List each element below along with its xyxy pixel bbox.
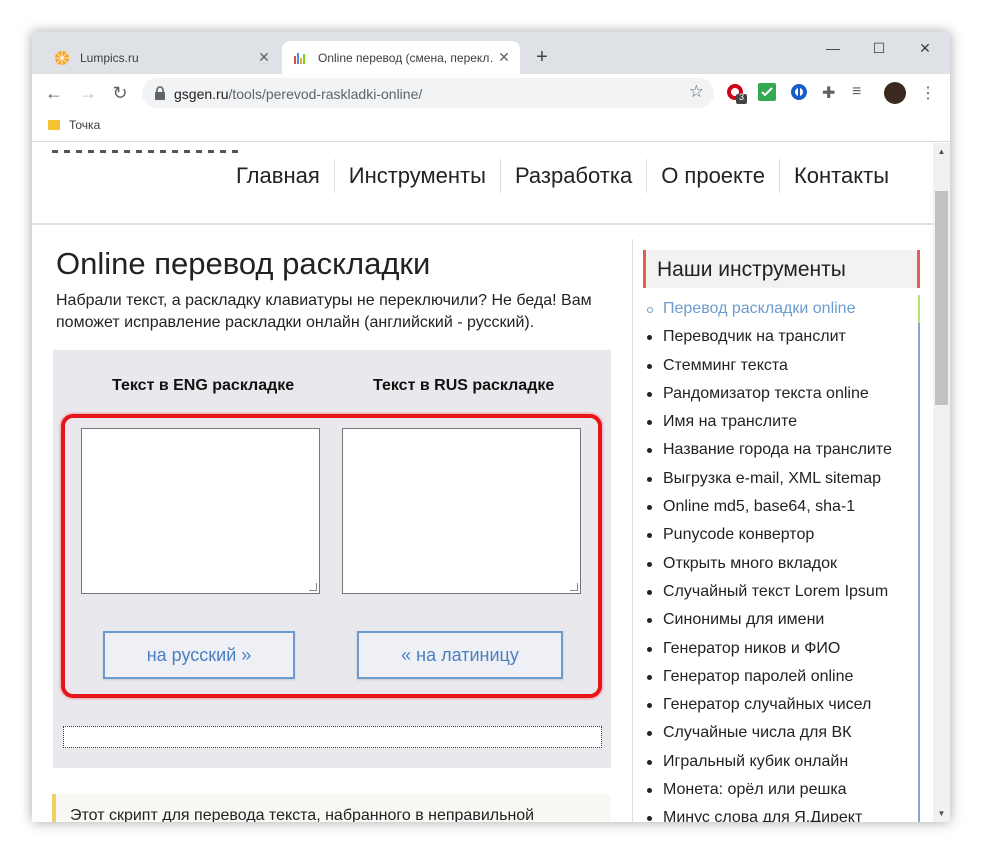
sidebar-item-vk-numbers[interactable]: Случайные числа для ВК: [643, 719, 920, 748]
sidebar-item-password-generator[interactable]: Генератор паролей online: [643, 662, 920, 692]
site-navigation: Главная Инструменты Разработка О проекте…: [222, 159, 903, 193]
folder-icon: [48, 120, 60, 130]
browser-window: Lumpics.ru ✕ Online перевод (смена, пере…: [32, 32, 950, 822]
page-intro: Набрали текст, а раскладку клавиатуры не…: [56, 292, 592, 331]
scroll-up-icon[interactable]: ▲: [933, 143, 950, 160]
tab-title: Lumpics.ru: [80, 50, 139, 65]
notice-text: Этот скрипт для перевода текста, набранн…: [70, 807, 535, 822]
rus-column-header: Текст в RUS раскладке: [373, 377, 555, 394]
nav-divider: [32, 223, 933, 225]
sidebar-title: Наши инструменты: [643, 250, 920, 288]
eng-column-header: Текст в ENG раскладке: [112, 377, 295, 394]
opera-adblock-icon[interactable]: 3: [726, 83, 747, 104]
checkmark-extension-icon[interactable]: [758, 83, 778, 103]
bookmark-tochka[interactable]: Точка: [48, 118, 100, 132]
clipped-header-text: [52, 143, 312, 153]
lock-icon: [154, 85, 166, 101]
close-tab-icon[interactable]: ✕: [254, 49, 274, 66]
reload-icon[interactable]: ↻: [108, 81, 132, 105]
nav-home[interactable]: Главная: [222, 159, 334, 193]
sidebar-item-name-translit[interactable]: Имя на транслите: [643, 408, 920, 437]
forward-arrow-icon[interactable]: →: [76, 81, 100, 105]
page-viewport: Главная Инструменты Разработка О проекте…: [32, 143, 950, 822]
new-tab-button[interactable]: +: [530, 45, 554, 69]
close-tab-icon[interactable]: ✕: [494, 49, 514, 66]
tab-lumpics[interactable]: Lumpics.ru ✕: [40, 41, 280, 74]
scrollbar-thumb[interactable]: [935, 191, 948, 405]
media-queue-icon[interactable]: ≡: [852, 83, 872, 103]
url-text: gsgen.ru/tools/perevod-raskladki-online/: [174, 86, 423, 102]
sidebar-item-md5[interactable]: Online md5, base64, sha-1: [643, 493, 920, 522]
nav-development[interactable]: Разработка: [499, 159, 646, 193]
page-scrollbar[interactable]: ▲ ▼: [933, 143, 950, 822]
nav-tools[interactable]: Инструменты: [333, 159, 500, 193]
page-title: Online перевод раскладки: [56, 246, 431, 281]
scroll-down-icon[interactable]: ▼: [933, 805, 950, 822]
extension-badge: 3: [739, 92, 745, 102]
sidebar-item-name-synonyms[interactable]: Синонимы для имени: [643, 606, 920, 635]
script-notice: Этот скрипт для перевода текста, набранн…: [52, 794, 611, 822]
orange-favicon-icon: [54, 50, 70, 66]
bookmarks-bar: Точка: [32, 112, 950, 142]
back-arrow-icon[interactable]: ←: [42, 81, 66, 105]
vpn-extension-icon[interactable]: [790, 83, 810, 103]
sidebar-item-randomizer[interactable]: Рандомизатор текста online: [643, 379, 920, 409]
sidebar-item-translit[interactable]: Переводчик на транслит: [643, 323, 920, 352]
sidebar-item-punycode[interactable]: Punycode конвертор: [643, 521, 920, 550]
browser-toolbar: ← → ↻ gsgen.ru/tools/perevod-raskladki-o…: [32, 74, 950, 112]
tab-gsgen[interactable]: Online перевод (смена, перекл… ✕: [282, 41, 520, 74]
address-bar[interactable]: gsgen.ru/tools/perevod-raskladki-online/…: [142, 78, 714, 108]
result-output-bar: [63, 726, 602, 748]
sidebar-item-lorem[interactable]: Случайный текст Lorem Ipsum: [643, 577, 920, 607]
sidebar-item-stemming[interactable]: Стемминг текста: [643, 351, 920, 380]
sidebar-item-nick-generator[interactable]: Генератор ников и ФИО: [643, 634, 920, 663]
layout-converter-panel: Текст в ENG раскладке Текст в RUS раскла…: [53, 350, 611, 768]
nav-about[interactable]: О проекте: [646, 159, 779, 193]
sidebar-tool-list: Перевод раскладки online Переводчик на т…: [643, 295, 920, 822]
kebab-menu-icon[interactable]: ⋮: [920, 83, 940, 103]
profile-avatar[interactable]: [884, 82, 906, 104]
tab-strip: Lumpics.ru ✕ Online перевод (смена, пере…: [32, 32, 950, 74]
close-window-button[interactable]: ✕: [902, 36, 948, 60]
sidebar-item-dice[interactable]: Игральный кубик онлайн: [643, 747, 920, 777]
sidebar-item-open-tabs[interactable]: Открыть много вкладок: [643, 549, 920, 578]
bookmark-star-icon[interactable]: ☆: [689, 82, 704, 102]
nav-contacts[interactable]: Контакты: [778, 159, 903, 193]
sidebar-item-city-translit[interactable]: Название города на транслите: [643, 436, 920, 465]
sidebar-item-minus-words[interactable]: Минус слова для Я.Директ: [643, 804, 920, 822]
minimize-button[interactable]: —: [810, 36, 856, 60]
puzzle-extensions-icon[interactable]: ✚: [822, 83, 842, 103]
maximize-button[interactable]: ☐: [856, 36, 902, 60]
bars-favicon-icon: [292, 50, 308, 66]
sidebar-item-layout-translate[interactable]: Перевод раскладки online: [643, 295, 920, 324]
sidebar-item-email-sitemap[interactable]: Выгрузка e-mail, XML sitemap: [643, 464, 920, 494]
highlight-frame: [61, 414, 602, 698]
bookmark-label: Точка: [69, 118, 101, 132]
sidebar-item-coin[interactable]: Монета: орёл или решка: [643, 776, 920, 805]
column-divider: [632, 239, 633, 822]
tab-title: Online перевод (смена, перекл…: [318, 50, 494, 65]
sidebar-item-random-numbers[interactable]: Генератор случайных чисел: [643, 691, 920, 720]
